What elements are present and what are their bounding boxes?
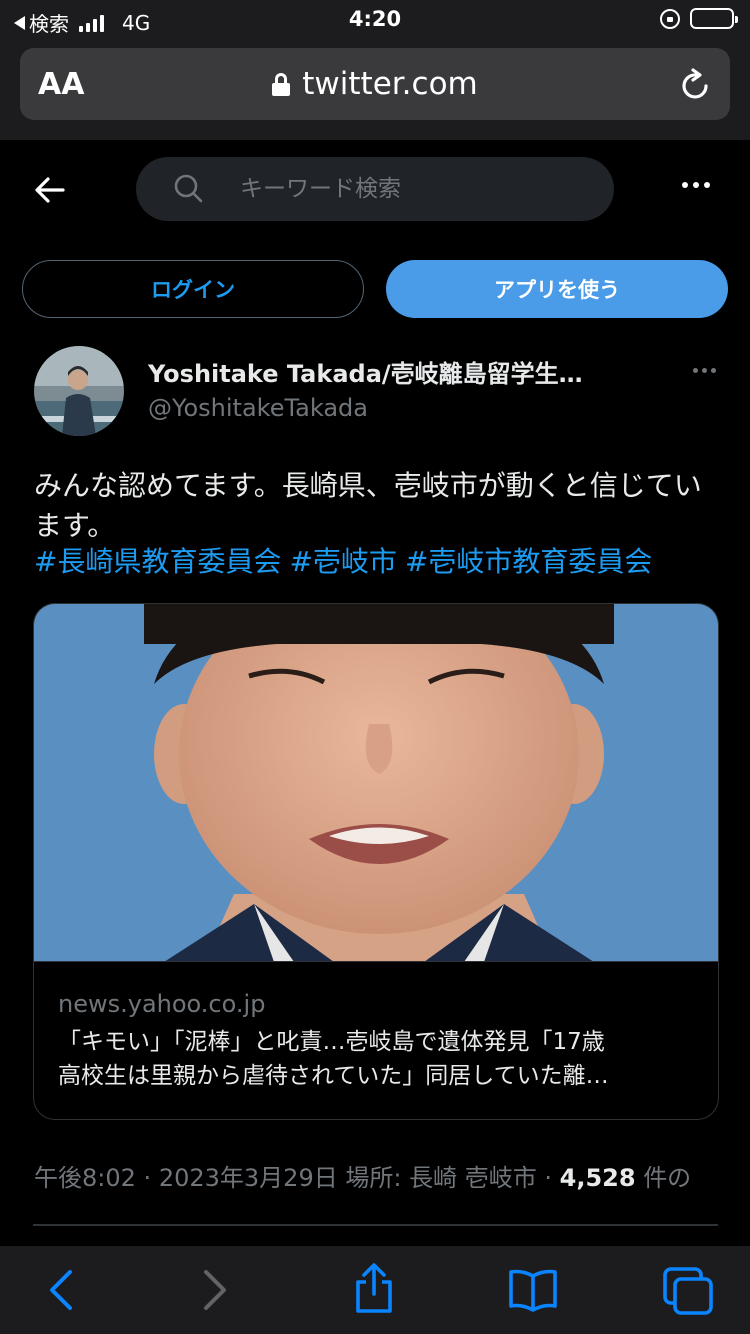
back-nav-icon[interactable] (46, 1270, 74, 1314)
bookmarks-icon[interactable] (508, 1268, 558, 1316)
status-bar: 検索 4G 4:20 (0, 0, 750, 40)
browser-top: AA twitter.com (0, 40, 750, 140)
address-bar[interactable]: AA twitter.com (20, 48, 730, 120)
battery-icon (690, 8, 738, 29)
back-arrow-icon[interactable] (34, 176, 66, 208)
card-title: 「キモい」「泥棒」と叱責…壱岐島で遺体発見「17歳 高校生は里親から虐待されてい… (58, 1025, 698, 1093)
link-card[interactable]: news.yahoo.co.jp 「キモい」「泥棒」と叱責…壱岐島で遺体発見「1… (33, 603, 719, 1120)
card-title-line: 「キモい」「泥棒」と叱責…壱岐島で遺体発見「17歳 (58, 1029, 605, 1055)
twitter-header (0, 140, 750, 240)
tweet-meta: 午後8:02 · 2023年3月29日 場所: 長崎 壱岐市 · 4,528 件… (34, 1158, 750, 1193)
rotation-lock-icon (660, 8, 680, 29)
tabs-icon[interactable] (662, 1266, 714, 1320)
search-icon (174, 174, 203, 203)
url-display[interactable]: twitter.com (20, 66, 730, 102)
tweet-text: みんな認めてます。長崎県、壱岐市が動くと信じています。 (34, 469, 702, 542)
padlock-icon (272, 73, 291, 96)
status-right (660, 8, 738, 29)
tweet-time[interactable]: 午後8:02 (34, 1164, 136, 1192)
meta-separator: · (143, 1164, 152, 1192)
search-input[interactable] (240, 157, 580, 221)
share-icon[interactable] (352, 1262, 396, 1318)
hashtag-link[interactable]: #壱岐市 (289, 545, 396, 578)
search-box[interactable] (136, 157, 614, 221)
forward-nav-icon[interactable] (202, 1270, 230, 1314)
meta-separator: · (544, 1164, 552, 1192)
more-options-icon[interactable] (682, 182, 710, 188)
divider (33, 1224, 718, 1226)
author-name[interactable]: Yoshitake Takada/壱岐離島留学生… (148, 354, 583, 389)
use-app-button[interactable]: アプリを使う (386, 260, 728, 318)
card-domain: news.yahoo.co.jp (58, 990, 266, 1018)
tweet-more-icon[interactable] (693, 368, 716, 373)
card-title-line: 高校生は里親から虐待されていた」同居していた離… (58, 1063, 609, 1089)
hashtag-link[interactable]: #長崎県教育委員会 (34, 545, 281, 578)
view-count: 4,528 (559, 1164, 636, 1192)
tweet-date[interactable]: 2023年3月29日 (159, 1164, 338, 1192)
avatar[interactable] (34, 346, 124, 436)
author-handle[interactable]: @YoshitakeTakada (148, 394, 368, 422)
tweet-location[interactable]: 場所: 長崎 壱岐市 (345, 1164, 536, 1192)
url-text: twitter.com (302, 66, 478, 102)
browser-toolbar (0, 1246, 750, 1334)
card-image[interactable] (34, 604, 718, 962)
hashtag-link[interactable]: #壱岐市教育委員会 (405, 545, 652, 578)
view-count-suffix: 件の (643, 1164, 692, 1192)
status-time: 4:20 (348, 7, 402, 31)
hashtags: #長崎県教育委員会 #壱岐市 #壱岐市教育委員会 (34, 542, 724, 582)
login-button[interactable]: ログイン (22, 260, 364, 318)
reload-icon[interactable] (680, 68, 712, 106)
